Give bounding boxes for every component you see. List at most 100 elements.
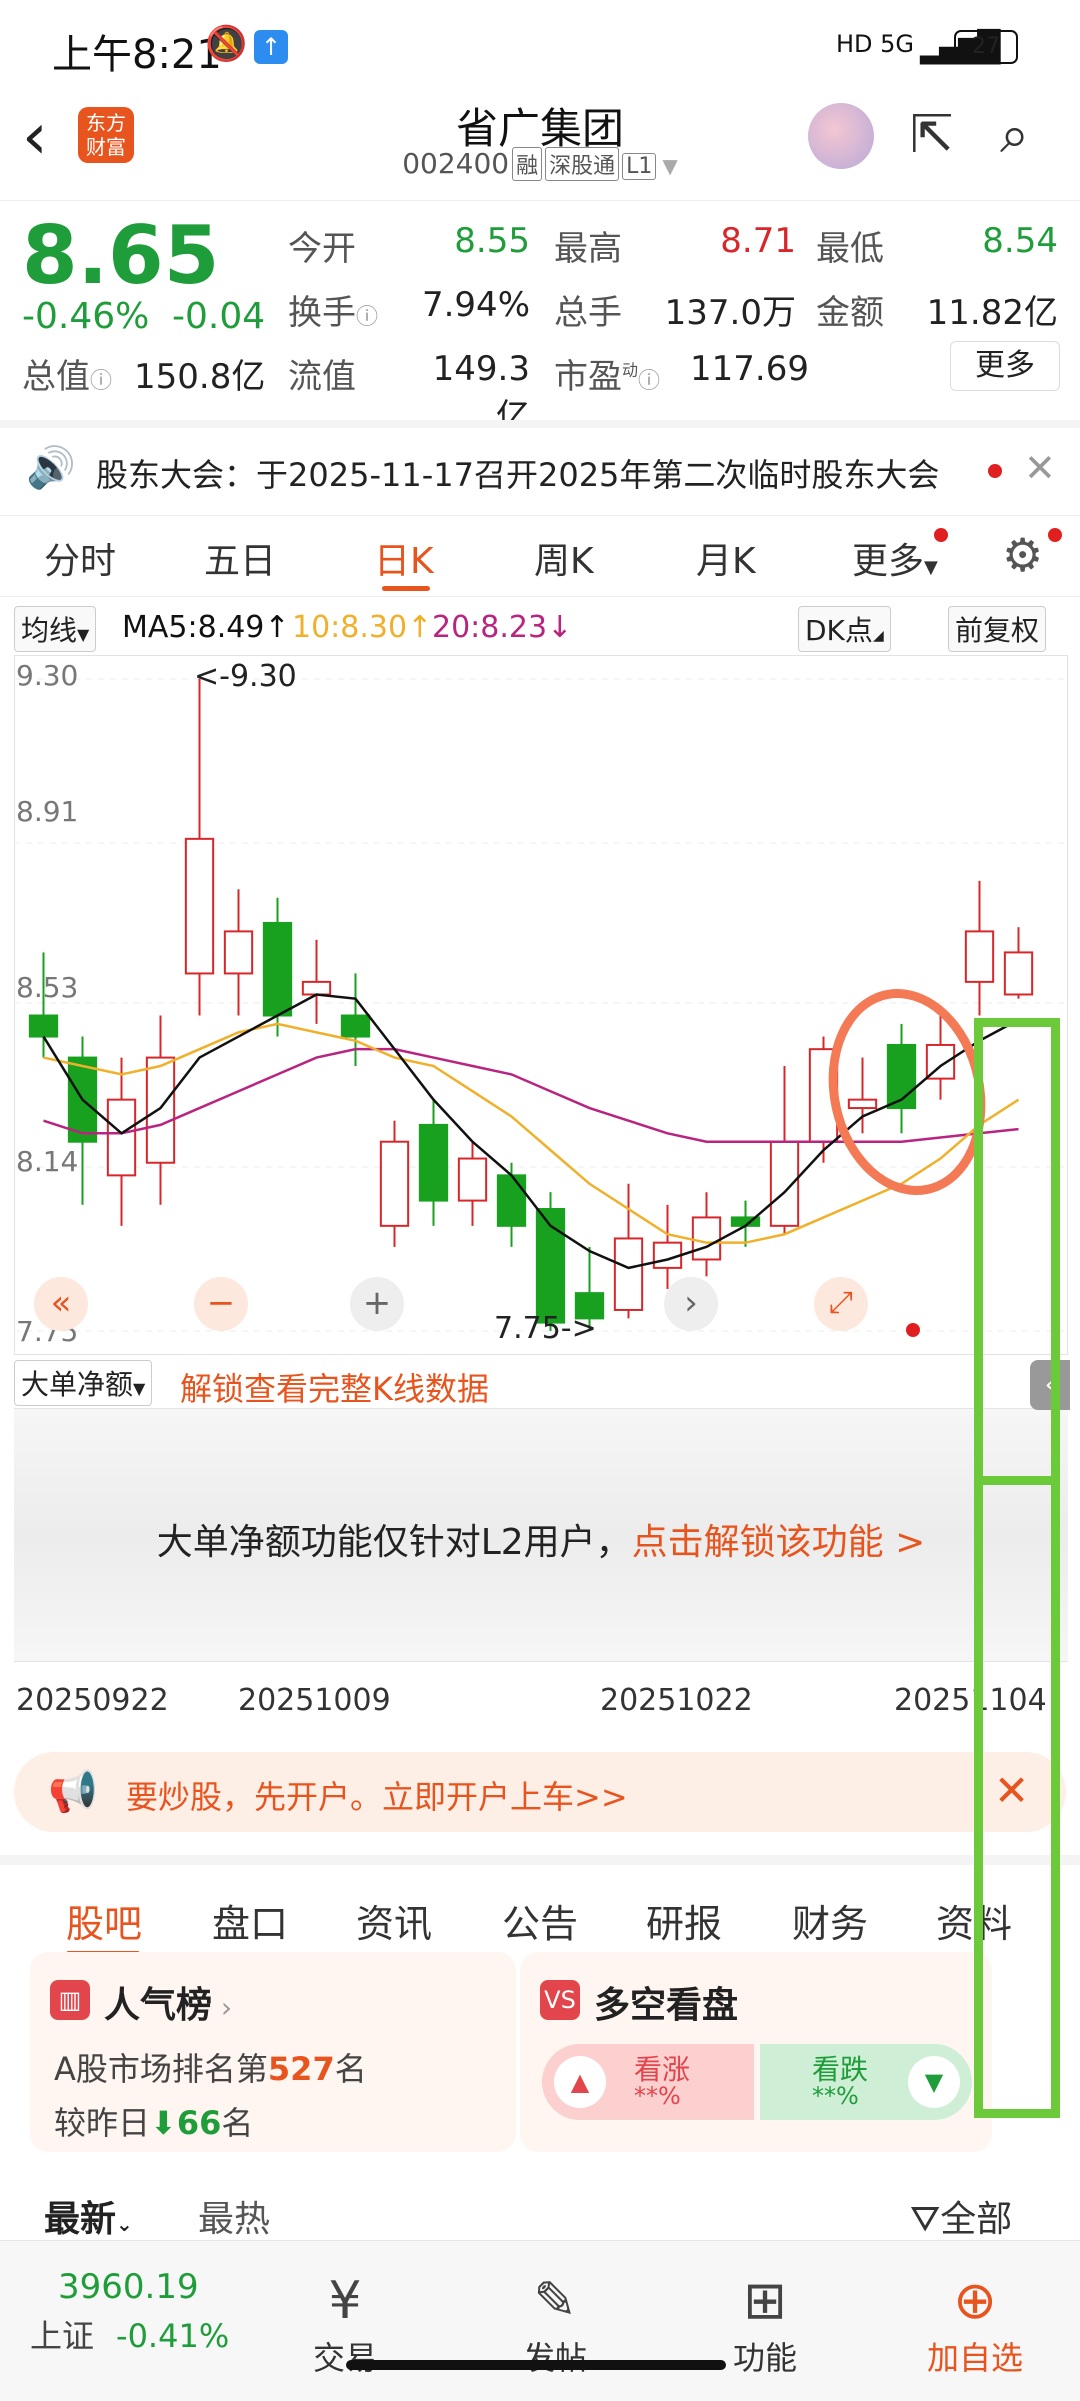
popularity-card[interactable]: ▥ 人气榜 › A股市场排名第527名 较昨日⬇66名: [30, 1952, 516, 2152]
filter-icon: ⛛: [910, 2199, 941, 2240]
edit-icon: ✎: [533, 2271, 577, 2331]
chevron-right-icon: ›: [212, 1991, 233, 2024]
tab-research[interactable]: 研报: [646, 1893, 722, 1948]
bottom-nav: 3960.19 上证 -0.41% ¥ 交易 ✎ 发帖 ⊞ 功能 ⊕ 加自选: [0, 2240, 1080, 2401]
candle-body: [340, 1014, 371, 1038]
candle-body: [145, 1056, 176, 1164]
search-icon[interactable]: ⌕: [1000, 105, 1029, 166]
zoom-in-icon[interactable]: +: [350, 1277, 404, 1331]
tab-more[interactable]: 更多▼: [852, 532, 938, 584]
rank-prefix: A股市场排名第: [54, 2050, 268, 2088]
corner-icon: ◢: [872, 628, 884, 644]
unlock-kline-link[interactable]: 解锁查看完整K线数据: [180, 1364, 489, 1410]
banner-text[interactable]: 要炒股，先开户。立即开户上车>>: [126, 1772, 628, 1818]
caret-down-icon: ▼: [662, 154, 678, 178]
mute-icon: 🔕: [205, 24, 248, 64]
locked-area[interactable]: 大单净额功能仅针对L2用户，点击解锁该功能 >: [14, 1408, 1068, 1662]
bull-button[interactable]: ▲ 看涨 **%: [542, 2044, 754, 2120]
share-icon[interactable]: ⇱: [910, 105, 954, 165]
total-value-label: 总值ⓘ: [22, 349, 112, 398]
x-tick-label: 20251022: [600, 1683, 753, 1718]
date-axis: 20250922 20251009 20251022 20251104: [0, 1665, 1080, 1735]
fullscreen-icon[interactable]: ⤢: [814, 1277, 868, 1331]
sort-latest[interactable]: 最新⌄: [44, 2190, 133, 2242]
status-time: 上午8:21: [52, 32, 222, 78]
tab-daily-k[interactable]: 日K: [374, 532, 434, 584]
bull-value: **%: [634, 2082, 681, 2110]
amount-value: 11.82亿: [926, 293, 1058, 333]
tab-news[interactable]: 资讯: [356, 1893, 432, 1948]
ma-bar: 均线▼ MA5:8.49↑ 10:8.30↑ 20:8.23↓ DK点◢ 前复权: [0, 600, 1080, 652]
assistant-avatar[interactable]: [808, 103, 874, 169]
sentiment-card[interactable]: VS 多空看盘 ▲ 看涨 **% 看跌 **% ▼: [520, 1952, 992, 2152]
filter-all[interactable]: ⛛全部: [910, 2190, 1012, 2242]
candle-body: [691, 1216, 722, 1261]
adjust-button[interactable]: 前复权: [948, 606, 1047, 652]
nav-add-watchlist[interactable]: ⊕ 加自选: [900, 2271, 1050, 2379]
candle-body: [613, 1237, 644, 1311]
more-quote-button[interactable]: 更多: [950, 341, 1060, 391]
bear-button[interactable]: 看跌 **% ▼: [760, 2044, 972, 2120]
locked-text: 大单净额功能仅针对L2用户，: [156, 1522, 632, 1563]
status-bar: 上午8:21 🔕 ↑ HD 5G ▂▄▆█ 27: [0, 0, 1080, 90]
current-price: 8.65: [22, 209, 220, 302]
volume-value: 137.0万: [664, 293, 796, 333]
locked-message: 大单净额功能仅针对L2用户，点击解锁该功能 >: [14, 1513, 1068, 1565]
sort-hottest[interactable]: 最热: [198, 2190, 270, 2242]
bear-value: **%: [812, 2082, 859, 2110]
sentiment-title: 多空看盘: [594, 1985, 739, 2026]
close-icon[interactable]: ✕: [1024, 446, 1056, 490]
indicator-select[interactable]: 大单净额▼: [14, 1360, 153, 1406]
dk-point-button[interactable]: DK点◢: [798, 606, 891, 652]
arrow-down-icon: ↓: [547, 610, 573, 645]
popularity-title: 人气榜 ›: [104, 1976, 232, 2028]
network-indicator: HD 5G: [836, 30, 915, 58]
change-percent: -0.46%: [22, 296, 150, 337]
info-icon[interactable]: ⓘ: [356, 305, 378, 330]
unlock-feature-link[interactable]: 点击解锁该功能 >: [632, 1522, 926, 1563]
tab-five-day[interactable]: 五日: [204, 532, 276, 584]
tab-intraday[interactable]: 分时: [44, 532, 116, 584]
tab-orderbook[interactable]: 盘口: [212, 1893, 288, 1948]
open-label: 今开: [288, 229, 356, 269]
ma10-readout: 10:8.30↑: [292, 610, 432, 645]
forward-icon[interactable]: ›: [664, 1277, 718, 1331]
info-icon[interactable]: ⓘ: [638, 369, 660, 394]
stock-header: ‹ 东方财富 省广集团 002400 融深股通 L1 ▼ ⇱ ⌕: [0, 95, 1080, 195]
info-icon[interactable]: ⓘ: [90, 369, 112, 394]
candle-body: [184, 837, 215, 975]
index-value: 3960.19: [58, 2267, 199, 2307]
notice-bar[interactable]: 🔊 股东大会：于2025-11-17召开2025年第二次临时股东大会 ✕: [0, 420, 1080, 514]
more-unread-dot: [934, 528, 948, 542]
pe-sup: 动: [622, 360, 639, 380]
upload-icon: ↑: [254, 30, 288, 64]
notice-text[interactable]: 股东大会：于2025-11-17召开2025年第二次临时股东大会: [96, 450, 939, 496]
tab-forum[interactable]: 股吧: [66, 1893, 142, 1948]
rank-change-line: 较昨日⬇66名: [54, 2098, 253, 2144]
amount-label: 金额: [816, 293, 884, 333]
tab-financials[interactable]: 财务: [792, 1893, 868, 1948]
active-tab-indicator: [382, 586, 430, 591]
tab-monthly-k[interactable]: 月K: [696, 532, 756, 584]
zoom-out-icon[interactable]: −: [194, 1277, 248, 1331]
tag-connect: 深股通: [545, 147, 620, 181]
caret-down-icon: ▼: [924, 557, 938, 578]
gear-icon[interactable]: ⚙: [1002, 528, 1043, 582]
open-account-banner[interactable]: 📢 要炒股，先开户。立即开户上车>> ✕: [14, 1752, 1066, 1832]
tab-announcements[interactable]: 公告: [502, 1893, 578, 1948]
open-value: 8.55: [454, 221, 530, 261]
turnover-value: 7.94%: [421, 285, 530, 325]
candle-body: [106, 1098, 137, 1177]
caret-down-icon: ▼: [77, 625, 90, 644]
index-ticker[interactable]: 3960.19 上证 -0.41%: [30, 2267, 229, 2357]
chevron-down-icon: ⌄: [116, 2212, 133, 2236]
tab-weekly-k[interactable]: 周K: [534, 532, 594, 584]
notice-unread-dot: [988, 464, 1002, 478]
ma10-value: 10:8.30: [292, 610, 408, 645]
x-tick-label: 20250922: [16, 1683, 169, 1718]
change-prefix: 较昨日: [54, 2104, 151, 2142]
rewind-icon[interactable]: «: [34, 1277, 88, 1331]
candle-body: [223, 930, 254, 975]
arrow-down-icon: ⬇: [150, 2104, 177, 2142]
ma-type-select[interactable]: 均线▼: [14, 606, 97, 652]
